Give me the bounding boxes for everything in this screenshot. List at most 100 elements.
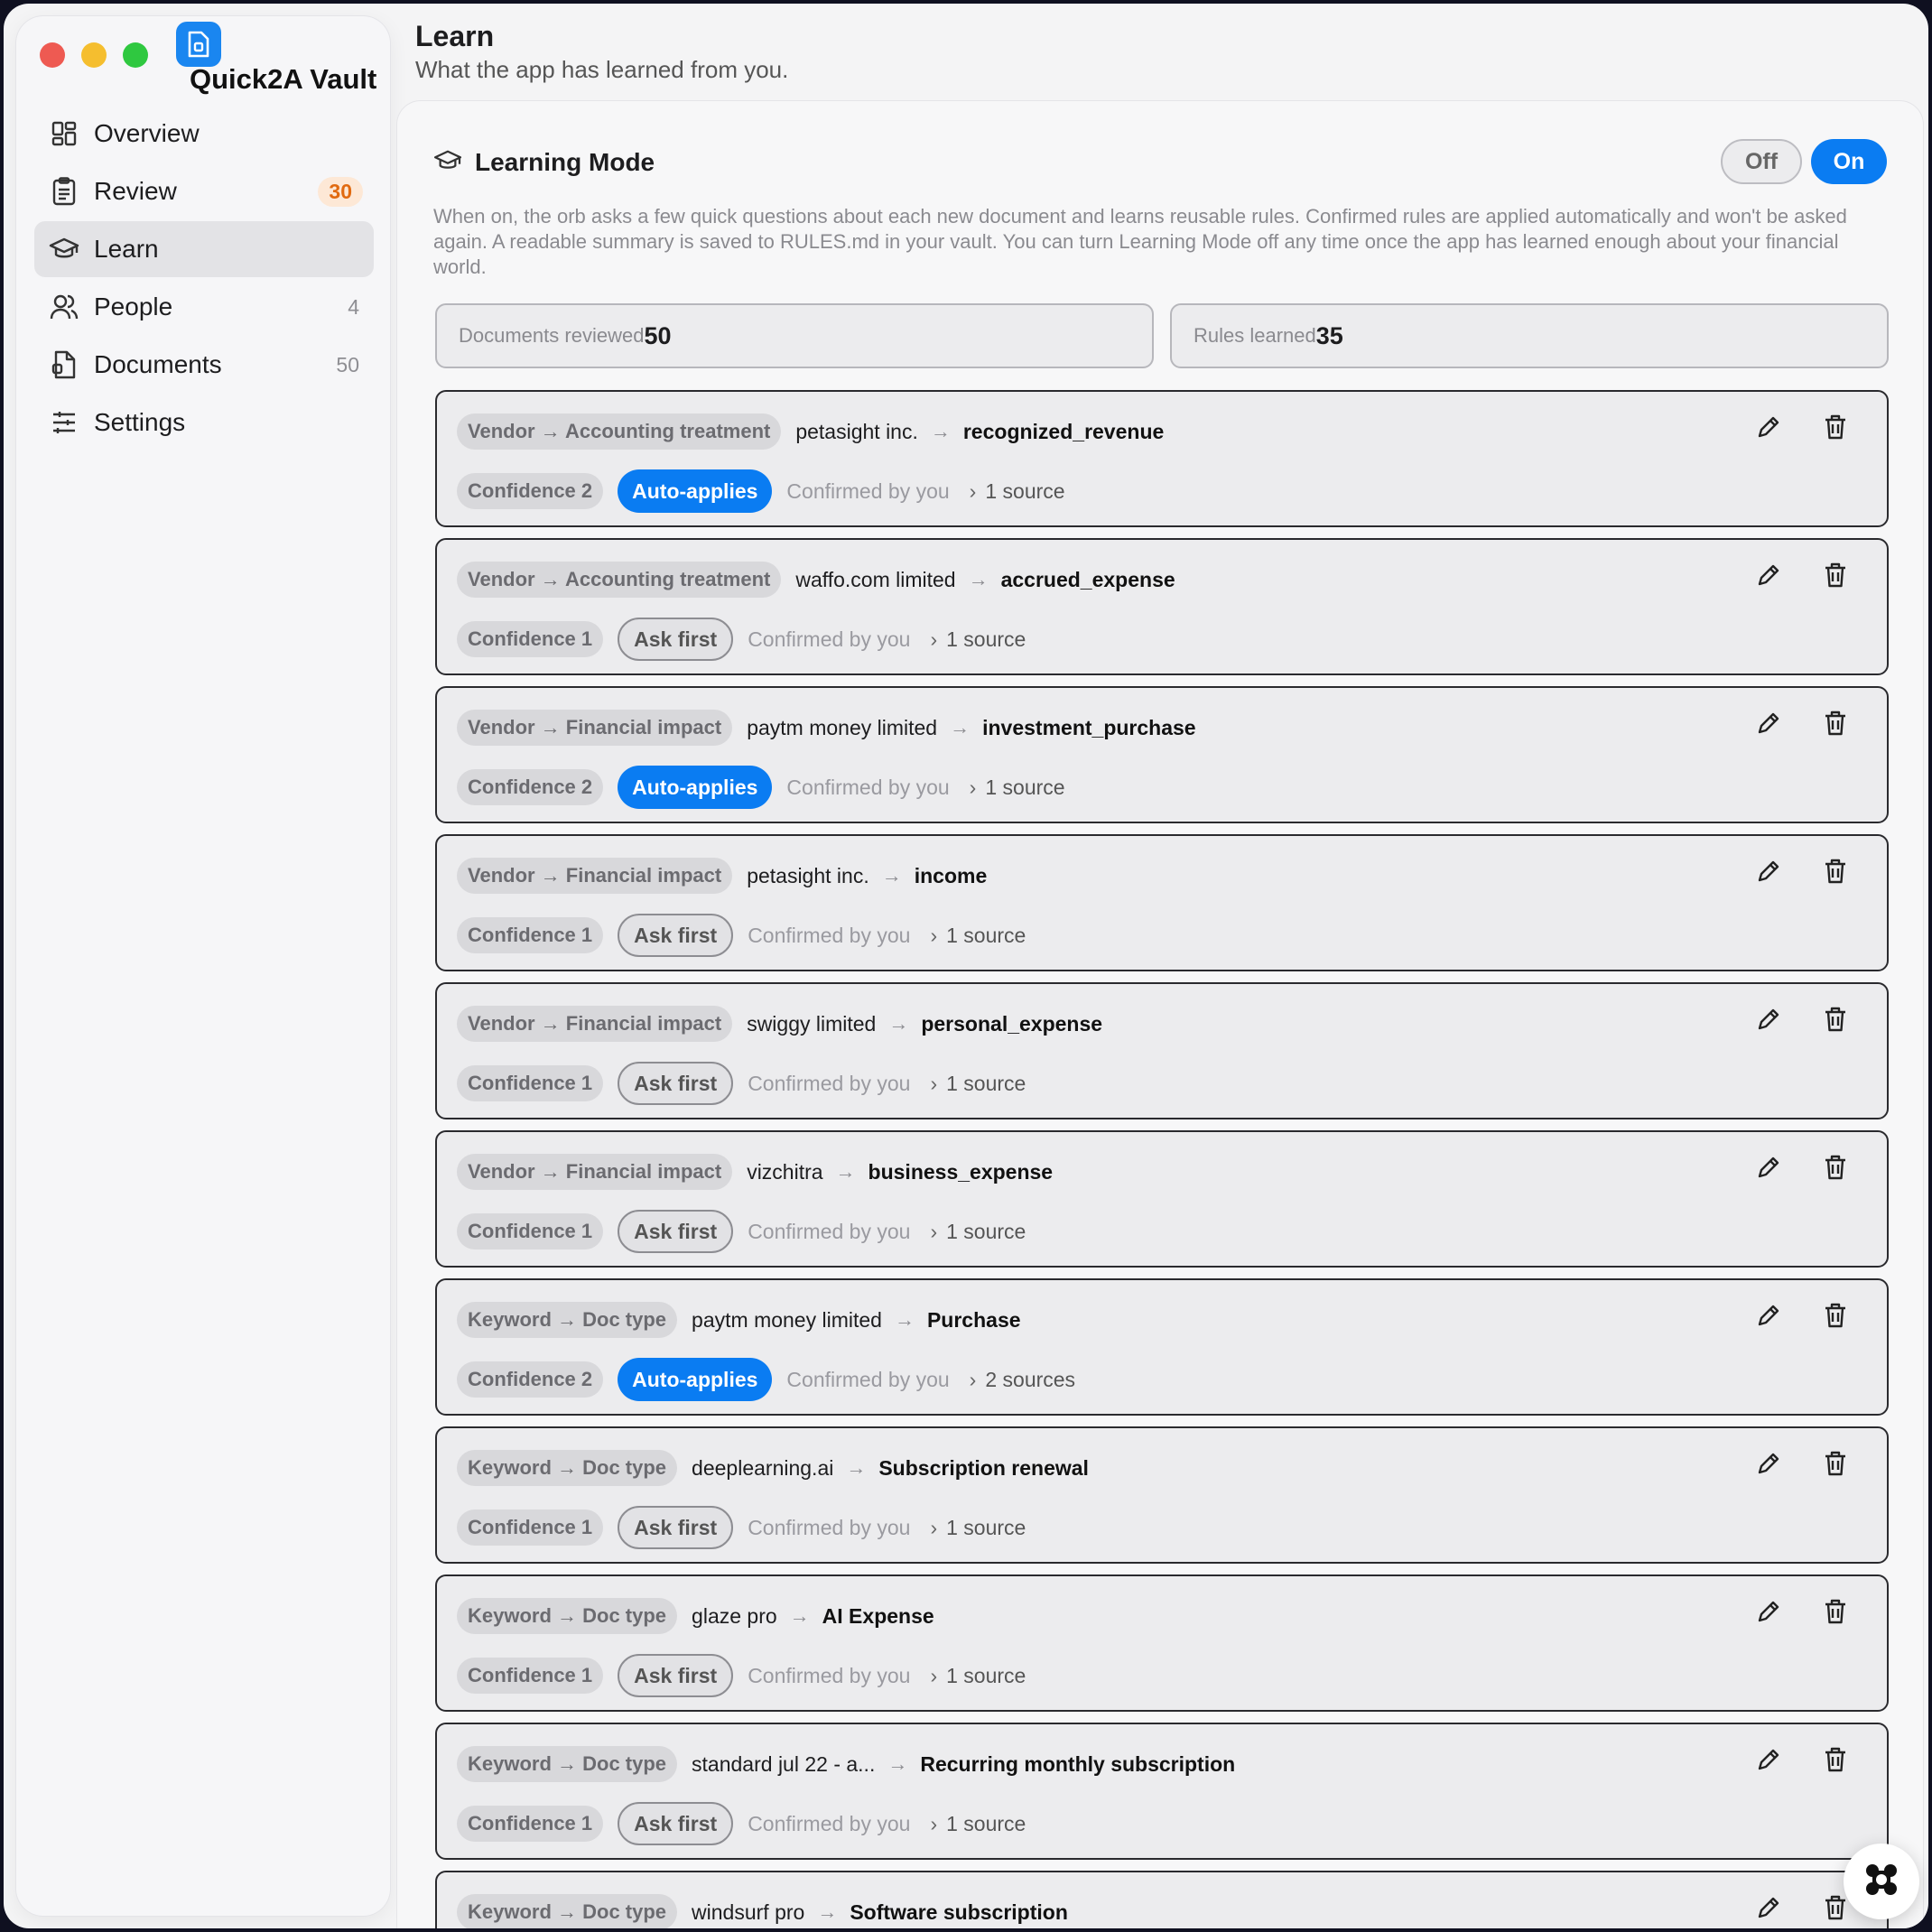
pencil-icon xyxy=(1755,413,1782,445)
ask-first-button[interactable]: Ask first xyxy=(618,1210,734,1253)
delete-rule-button[interactable] xyxy=(1820,1302,1851,1333)
rule-type-chip: Vendor → Accounting treatment xyxy=(457,413,782,450)
confidence-chip: Confidence 1 xyxy=(457,1213,604,1249)
confidence-chip: Confidence 1 xyxy=(457,621,604,657)
rules-learned-stat: Rules learned 35 xyxy=(1170,303,1889,368)
edit-rule-button[interactable] xyxy=(1753,413,1784,444)
stat-label: Documents reviewed xyxy=(459,324,645,347)
app-name: Quick2A Vault xyxy=(190,63,377,95)
sidebar-item-label: Documents xyxy=(94,350,222,378)
chevron-right-icon: › xyxy=(969,478,977,503)
sources-toggle[interactable]: › 1 source xyxy=(930,1072,1026,1096)
auto-applies-badge[interactable]: Auto-applies xyxy=(618,469,773,513)
pencil-icon xyxy=(1755,562,1782,593)
rule-type-chip: Keyword → Doc type xyxy=(457,1450,678,1486)
auto-applies-badge[interactable]: Auto-applies xyxy=(618,766,773,809)
delete-rule-button[interactable] xyxy=(1820,1894,1851,1925)
edit-rule-button[interactable] xyxy=(1753,1302,1784,1333)
edit-rule-button[interactable] xyxy=(1753,858,1784,888)
delete-rule-button[interactable] xyxy=(1820,562,1851,592)
edit-rule-button[interactable] xyxy=(1753,1154,1784,1184)
maximize-window-button[interactable] xyxy=(123,42,148,68)
sources-toggle[interactable]: › 1 source xyxy=(970,479,1065,504)
ask-first-button[interactable]: Ask first xyxy=(618,1506,734,1549)
rule-card: Keyword → Doc type deeplearning.ai → Sub… xyxy=(435,1426,1889,1564)
learning-mode-on-button[interactable]: On xyxy=(1811,139,1887,184)
delete-rule-button[interactable] xyxy=(1820,1450,1851,1481)
rule-meta-row: Confidence 2 Auto-applies Confirmed by y… xyxy=(457,766,1065,809)
chevron-right-icon: › xyxy=(930,1663,938,1687)
sidebar-item-review[interactable]: Review 30 xyxy=(34,163,374,219)
delete-rule-button[interactable] xyxy=(1820,710,1851,740)
sidebar-item-people[interactable]: People 4 xyxy=(34,279,374,335)
app-window: Quick2A Vault Overview Review 30 Learn P… xyxy=(4,4,1928,1928)
close-window-button[interactable] xyxy=(40,42,65,68)
trash-icon xyxy=(1824,1302,1847,1333)
confirmed-by-label: Confirmed by you xyxy=(748,627,911,651)
sidebar-item-settings[interactable]: Settings xyxy=(34,395,374,450)
chevron-right-icon: › xyxy=(969,1367,977,1391)
sources-toggle[interactable]: › 1 source xyxy=(930,1516,1026,1540)
rule-meta-row: Confidence 1 Ask first Confirmed by you … xyxy=(457,1210,1026,1253)
auto-applies-badge[interactable]: Auto-applies xyxy=(618,1358,773,1401)
delete-rule-button[interactable] xyxy=(1820,1154,1851,1184)
rule-value: Purchase xyxy=(926,1307,1021,1332)
orb-icon xyxy=(1863,1862,1899,1902)
pencil-icon xyxy=(1755,858,1782,889)
sources-toggle[interactable]: › 1 source xyxy=(930,1664,1026,1688)
minimize-window-button[interactable] xyxy=(81,42,107,68)
sources-toggle[interactable]: › 1 source xyxy=(930,627,1026,652)
sliders-icon xyxy=(49,407,79,438)
rule-meta-row: Confidence 2 Auto-applies Confirmed by y… xyxy=(457,1358,1075,1401)
confidence-chip: Confidence 1 xyxy=(457,1658,604,1694)
rule-value: personal_expense xyxy=(921,1011,1103,1036)
learning-mode-header: Learning Mode xyxy=(433,148,655,177)
ask-first-button[interactable]: Ask first xyxy=(618,618,734,661)
sources-toggle[interactable]: › 1 source xyxy=(930,1220,1026,1244)
edit-rule-button[interactable] xyxy=(1753,562,1784,592)
delete-rule-button[interactable] xyxy=(1820,1598,1851,1629)
learning-mode-description: When on, the orb asks a few quick questi… xyxy=(433,205,1847,278)
delete-rule-button[interactable] xyxy=(1820,1006,1851,1036)
edit-rule-button[interactable] xyxy=(1753,710,1784,740)
ask-first-button[interactable]: Ask first xyxy=(618,1062,734,1105)
orb-button[interactable] xyxy=(1844,1844,1919,1919)
sources-toggle[interactable]: › 1 source xyxy=(930,924,1026,948)
edit-rule-button[interactable] xyxy=(1753,1450,1784,1481)
confirmed-by-label: Confirmed by you xyxy=(748,1811,911,1835)
sources-toggle[interactable]: › 1 source xyxy=(930,1812,1026,1836)
chevron-right-icon: › xyxy=(969,775,977,799)
delete-rule-button[interactable] xyxy=(1820,1746,1851,1777)
edit-rule-button[interactable] xyxy=(1753,1746,1784,1777)
sources-toggle[interactable]: › 1 source xyxy=(970,776,1065,800)
page-subtitle: What the app has learned from you. xyxy=(415,56,789,83)
rule-card: Keyword → Doc type windsurf pro → Softwa… xyxy=(435,1871,1889,1928)
learning-mode-off-button[interactable]: Off xyxy=(1721,139,1802,184)
rule-meta-row: Confidence 1 Ask first Confirmed by you … xyxy=(457,618,1026,661)
sidebar-item-overview[interactable]: Overview xyxy=(34,106,374,162)
pencil-icon xyxy=(1755,1006,1782,1037)
rule-type-chip: Keyword → Doc type xyxy=(457,1598,678,1634)
edit-rule-button[interactable] xyxy=(1753,1598,1784,1629)
edit-rule-button[interactable] xyxy=(1753,1894,1784,1925)
rule-main-row: Vendor → Accounting treatment waffo.com … xyxy=(457,562,1175,598)
sidebar-item-learn[interactable]: Learn xyxy=(34,221,374,277)
sources-toggle[interactable]: › 2 sources xyxy=(970,1368,1075,1392)
pencil-icon xyxy=(1755,1302,1782,1333)
rule-value: income xyxy=(914,863,988,887)
delete-rule-button[interactable] xyxy=(1820,858,1851,888)
ask-first-button[interactable]: Ask first xyxy=(618,914,734,957)
pencil-icon xyxy=(1755,1450,1782,1482)
trash-icon xyxy=(1824,1598,1847,1630)
edit-rule-button[interactable] xyxy=(1753,1006,1784,1036)
sidebar-item-documents[interactable]: Documents 50 xyxy=(34,337,374,393)
ask-first-button[interactable]: Ask first xyxy=(618,1802,734,1845)
rule-type-chip: Vendor → Financial impact xyxy=(457,1154,733,1190)
delete-rule-button[interactable] xyxy=(1820,413,1851,444)
rule-meta-row: Confidence 1 Ask first Confirmed by you … xyxy=(457,1802,1026,1845)
ask-first-button[interactable]: Ask first xyxy=(618,1654,734,1697)
sources-count: 1 source xyxy=(985,478,1065,503)
sources-count: 1 source xyxy=(946,1071,1026,1095)
rule-key: vizchitra xyxy=(747,1159,823,1184)
rule-actions xyxy=(1753,1450,1851,1481)
